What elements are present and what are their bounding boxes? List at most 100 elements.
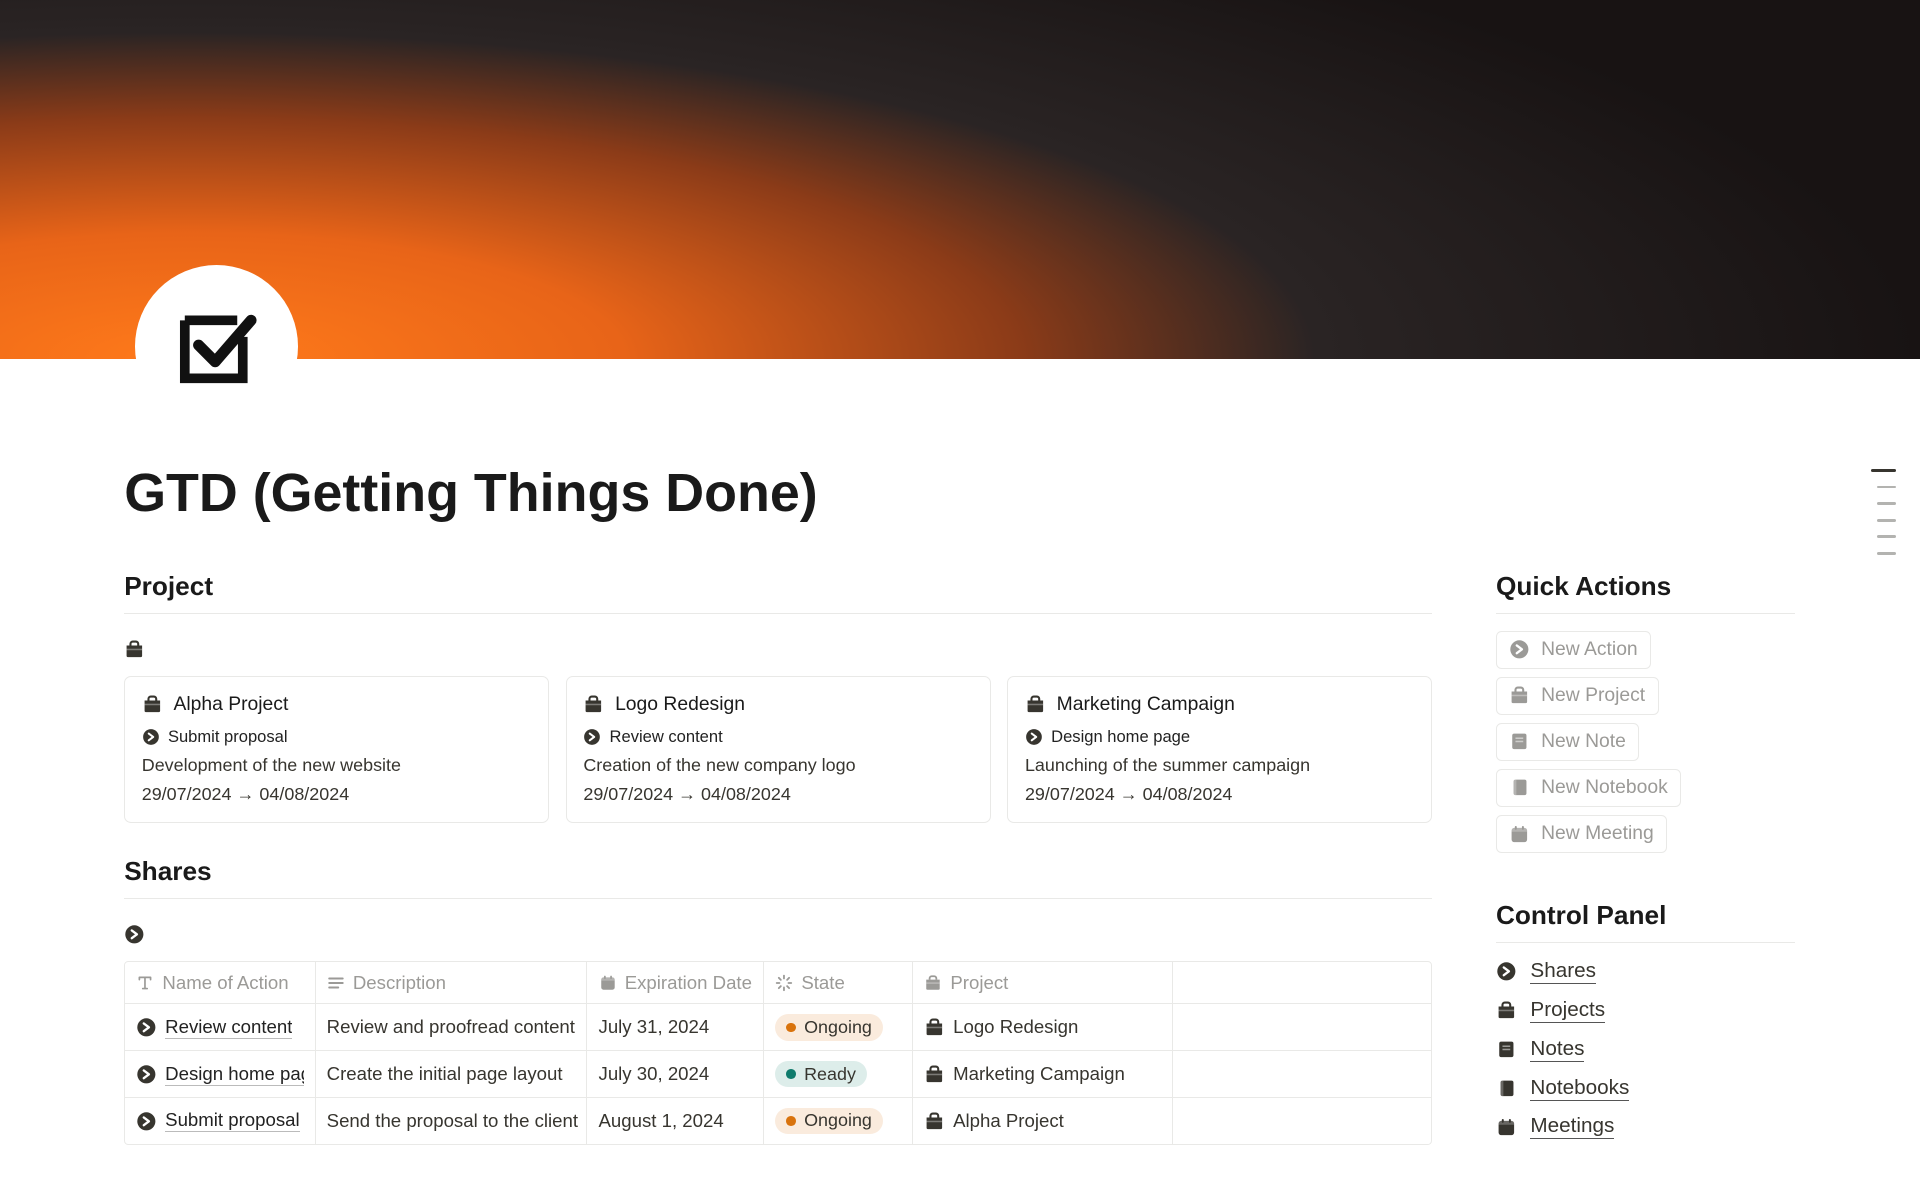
briefcase-icon bbox=[924, 974, 942, 992]
project-view-tab[interactable] bbox=[124, 631, 1432, 677]
control-panel-item[interactable]: Projects bbox=[1496, 998, 1795, 1023]
project-card-desc: Development of the new website bbox=[142, 755, 532, 776]
cell-empty bbox=[1173, 1004, 1432, 1050]
cell-state[interactable]: Ready bbox=[764, 1051, 913, 1097]
cell-date-text: July 31, 2024 bbox=[599, 1016, 710, 1038]
page-icon[interactable] bbox=[135, 265, 298, 428]
table-row[interactable]: Submit proposal Send the proposal to the… bbox=[125, 1098, 1431, 1144]
status-badge: Ready bbox=[775, 1061, 867, 1088]
column-state-label: State bbox=[801, 972, 844, 994]
project-card-desc: Creation of the new company logo bbox=[583, 755, 973, 776]
cell-name[interactable]: Submit proposal bbox=[125, 1098, 315, 1144]
table-row[interactable]: Design home pag Create the initial page … bbox=[125, 1051, 1431, 1098]
toc-item[interactable] bbox=[1877, 535, 1896, 538]
control-panel-item[interactable]: Notes bbox=[1496, 1037, 1795, 1062]
control-panel-label: Notebooks bbox=[1530, 1076, 1629, 1101]
cell-empty bbox=[1173, 1051, 1432, 1097]
arrow-circle-icon bbox=[136, 1111, 157, 1132]
note-icon bbox=[1509, 731, 1530, 752]
column-expiration-date[interactable]: Expiration Date bbox=[587, 962, 764, 1003]
notebook-icon bbox=[1509, 777, 1530, 798]
quick-action-button[interactable]: New Project bbox=[1496, 677, 1659, 715]
control-panel-item[interactable]: Notebooks bbox=[1496, 1076, 1795, 1101]
toc-item[interactable] bbox=[1877, 502, 1896, 505]
quick-action-button[interactable]: New Note bbox=[1496, 723, 1639, 761]
project-card-subtask: Submit proposal bbox=[168, 727, 288, 747]
project-card-dates: 29/07/2024 → 04/08/2024 bbox=[1025, 784, 1415, 805]
cell-name-text: Design home pag bbox=[165, 1063, 303, 1086]
quick-action-button[interactable]: New Notebook bbox=[1496, 769, 1681, 807]
shares-view-tab[interactable] bbox=[124, 916, 1432, 962]
project-card-dates: 29/07/2024 → 04/08/2024 bbox=[583, 784, 973, 805]
control-panel-label: Projects bbox=[1530, 998, 1605, 1023]
cell-name[interactable]: Review content bbox=[125, 1004, 315, 1050]
column-description[interactable]: Description bbox=[316, 962, 588, 1003]
cell-date-text: July 30, 2024 bbox=[599, 1063, 710, 1085]
project-card-desc: Launching of the summer campaign bbox=[1025, 755, 1415, 776]
page-title[interactable]: GTD (Getting Things Done) bbox=[124, 462, 1795, 524]
project-card[interactable]: Logo Redesign Review content Creation of… bbox=[566, 676, 991, 823]
toc-item[interactable] bbox=[1877, 519, 1896, 522]
control-panel-item[interactable]: Meetings bbox=[1496, 1114, 1795, 1139]
briefcase-icon bbox=[583, 694, 604, 715]
briefcase-icon bbox=[924, 1064, 945, 1085]
cell-project[interactable]: Marketing Campaign bbox=[913, 1051, 1172, 1097]
briefcase-icon bbox=[1025, 694, 1046, 715]
project-card-title: Alpha Project bbox=[173, 694, 288, 716]
cell-project-text: Logo Redesign bbox=[953, 1016, 1078, 1038]
arrow-circle-icon bbox=[124, 924, 145, 945]
project-heading[interactable]: Project bbox=[124, 571, 1432, 614]
cell-state[interactable]: Ongoing bbox=[764, 1004, 913, 1050]
cell-expiration-date[interactable]: July 30, 2024 bbox=[587, 1051, 764, 1097]
toc-item[interactable] bbox=[1877, 552, 1896, 555]
cell-description[interactable]: Review and proofread content bbox=[316, 1004, 588, 1050]
toc-item[interactable] bbox=[1877, 486, 1896, 489]
column-empty bbox=[1173, 962, 1432, 1003]
cell-project[interactable]: Logo Redesign bbox=[913, 1004, 1172, 1050]
arrow-circle-icon bbox=[142, 728, 160, 746]
project-card[interactable]: Alpha Project Submit proposal Developmen… bbox=[124, 676, 549, 823]
control-panel-label: Meetings bbox=[1530, 1114, 1614, 1139]
quick-action-label: New Project bbox=[1541, 685, 1645, 707]
cell-state[interactable]: Ongoing bbox=[764, 1098, 913, 1144]
table-row[interactable]: Review content Review and proofread cont… bbox=[125, 1004, 1431, 1051]
column-state[interactable]: State bbox=[764, 962, 913, 1003]
cover-image[interactable] bbox=[0, 0, 1920, 359]
column-name[interactable]: Name of Action bbox=[125, 962, 315, 1003]
control-panel-heading[interactable]: Control Panel bbox=[1496, 900, 1795, 943]
arrow-circle-icon bbox=[136, 1017, 157, 1038]
table-header-row: Name of Action Description Expiration Da… bbox=[125, 962, 1431, 1004]
quick-action-label: New Meeting bbox=[1541, 823, 1654, 845]
briefcase-icon bbox=[924, 1017, 945, 1038]
cell-description[interactable]: Create the initial page layout bbox=[316, 1051, 588, 1097]
quick-action-button[interactable]: New Action bbox=[1496, 631, 1651, 669]
cell-name[interactable]: Design home pag bbox=[125, 1051, 315, 1097]
briefcase-icon bbox=[1509, 685, 1530, 706]
column-project-label: Project bbox=[950, 972, 1008, 994]
shares-heading[interactable]: Shares bbox=[124, 856, 1432, 899]
table-of-contents[interactable] bbox=[1871, 469, 1896, 554]
quick-action-label: New Action bbox=[1541, 639, 1638, 661]
calendar-icon bbox=[1509, 824, 1530, 845]
status-badge-text: Ready bbox=[804, 1064, 856, 1085]
cell-project[interactable]: Alpha Project bbox=[913, 1098, 1172, 1144]
cell-desc-text: Create the initial page layout bbox=[327, 1063, 563, 1085]
cell-description[interactable]: Send the proposal to the client bbox=[316, 1098, 588, 1144]
status-icon bbox=[775, 974, 793, 992]
note-icon bbox=[1496, 1039, 1517, 1060]
toc-item[interactable] bbox=[1871, 469, 1896, 472]
cell-expiration-date[interactable]: August 1, 2024 bbox=[587, 1098, 764, 1144]
control-panel-item[interactable]: Shares bbox=[1496, 959, 1795, 984]
project-card-title: Marketing Campaign bbox=[1057, 694, 1235, 716]
control-panel-label: Shares bbox=[1530, 959, 1596, 984]
project-card-title: Logo Redesign bbox=[615, 694, 745, 716]
calendar-icon bbox=[599, 974, 617, 992]
project-card[interactable]: Marketing Campaign Design home page Laun… bbox=[1007, 676, 1432, 823]
quick-action-button[interactable]: New Meeting bbox=[1496, 815, 1667, 853]
column-project[interactable]: Project bbox=[913, 962, 1172, 1003]
control-panel-label: Notes bbox=[1530, 1037, 1584, 1062]
quick-actions-heading[interactable]: Quick Actions bbox=[1496, 571, 1795, 614]
project-card-dates: 29/07/2024 → 04/08/2024 bbox=[142, 784, 532, 805]
cell-expiration-date[interactable]: July 31, 2024 bbox=[587, 1004, 764, 1050]
briefcase-icon bbox=[124, 639, 145, 660]
